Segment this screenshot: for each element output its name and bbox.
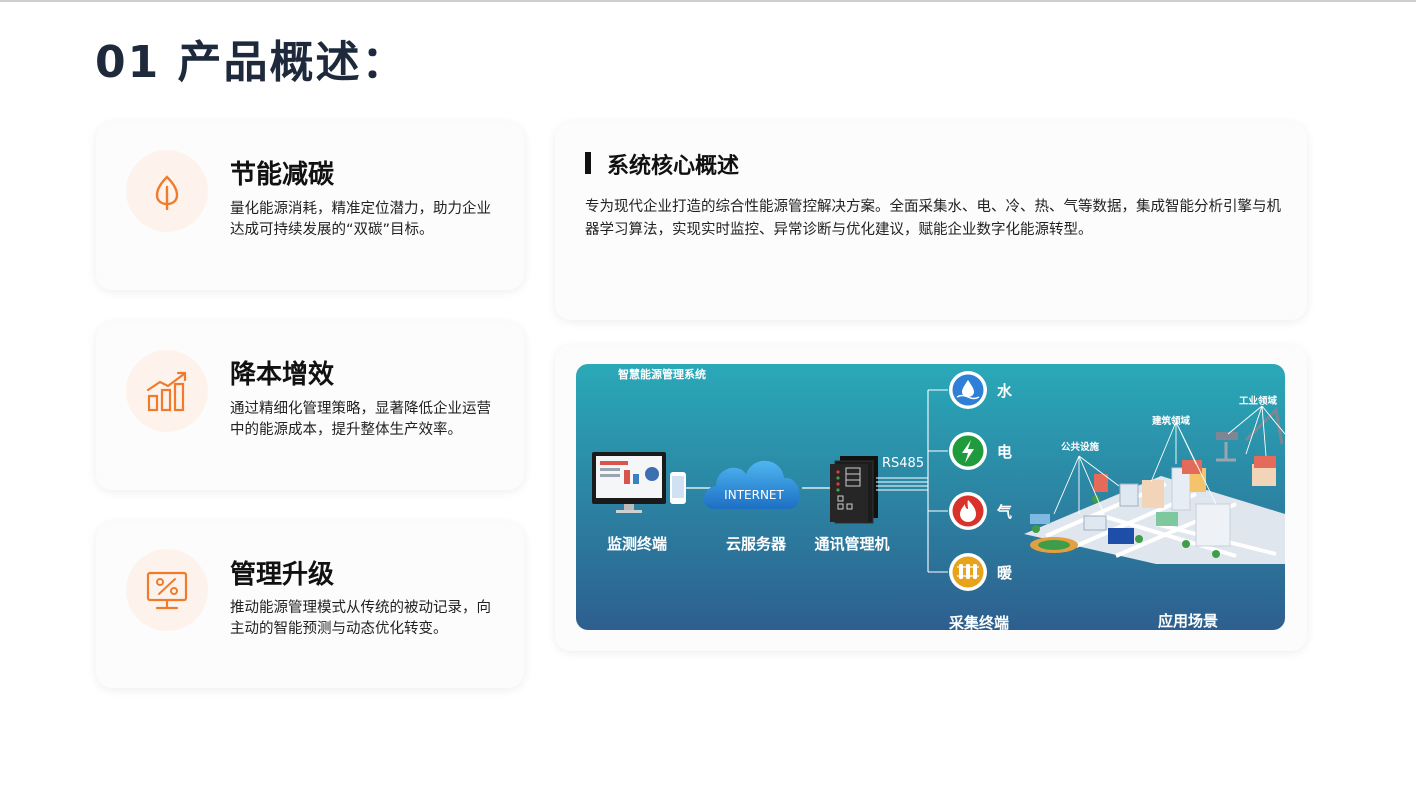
top-divider xyxy=(0,0,1416,2)
cloud-label: INTERNET xyxy=(724,488,784,502)
collector-label-water: 水 xyxy=(997,382,1013,400)
scene-caption: 应用场景 xyxy=(1158,612,1218,630)
collector-caption: 采集终端 xyxy=(948,614,1009,630)
title-accent-bar xyxy=(585,152,591,174)
collector-label-electric: 电 xyxy=(997,443,1012,461)
diagram-heading: 智慧能源管理系统 xyxy=(618,367,706,381)
protocol-label: RS485 xyxy=(882,456,924,471)
lightning-icon xyxy=(949,432,987,470)
feature-description: 量化能源消耗，精准定位潜力，助力企业达成可持续发展的“双碳”目标。 xyxy=(230,201,491,238)
overview-description: 专为现代企业打造的综合性能源管控解决方案。全面采集水、电、冷、热、气等数据，集成… xyxy=(585,199,1281,238)
feature-card-energy-saving: 节能减碳 量化能源消耗，精准定位潜力，助力企业达成可持续发展的“双碳”目标。 xyxy=(96,122,524,290)
feature-description: 通过精细化管理策略，显著降低企业运营中的能源成本，提升整体生产效率。 xyxy=(230,401,491,438)
gateway-device-icon xyxy=(830,456,878,524)
architecture-diagram-card: 智慧能源管理系统 INTERNET RS485 水 电 气 暖 公共设施 建筑领… xyxy=(555,345,1307,651)
feature-title: 节能减碳 xyxy=(230,160,335,190)
scene-tag-public: 公共设施 xyxy=(1061,441,1100,453)
leaf-icon xyxy=(126,150,208,232)
feature-title: 降本增效 xyxy=(230,360,335,390)
overview-title: 系统核心概述 xyxy=(607,154,740,179)
feature-description: 推动能源管理模式从传统的被动记录，向主动的智能预测与动态优化转变。 xyxy=(230,600,491,637)
feature-title: 管理升级 xyxy=(230,560,335,590)
bar-chart-growth-icon xyxy=(126,350,208,432)
system-overview-card: 系统核心概述 专为现代企业打造的综合性能源管控解决方案。全面采集水、电、冷、热、… xyxy=(555,122,1307,320)
page-title: 01 产品概述： xyxy=(95,37,408,88)
monitor-percent-icon xyxy=(126,549,208,631)
node-label-cloud: 云服务器 xyxy=(726,535,787,553)
node-label-monitor: 监测终端 xyxy=(607,535,667,553)
scene-tag-building: 建筑领域 xyxy=(1151,415,1191,427)
collector-label-heating: 暖 xyxy=(997,564,1013,582)
feature-card-cost-reduction: 降本增效 通过精细化管理策略，显著降低企业运营中的能源成本，提升整体生产效率。 xyxy=(96,322,524,490)
scene-tag-industry: 工业领域 xyxy=(1239,395,1278,407)
feature-card-management-upgrade: 管理升级 推动能源管理模式从传统的被动记录，向主动的智能预测与动态优化转变。 xyxy=(96,522,524,688)
radiator-icon xyxy=(949,553,987,591)
architecture-diagram: 智慧能源管理系统 INTERNET RS485 水 电 气 暖 公共设施 建筑领… xyxy=(576,364,1285,630)
water-drop-icon xyxy=(949,371,987,409)
node-label-gateway: 通讯管理机 xyxy=(814,535,889,553)
collector-label-gas: 气 xyxy=(996,503,1012,521)
flame-icon xyxy=(949,492,987,530)
